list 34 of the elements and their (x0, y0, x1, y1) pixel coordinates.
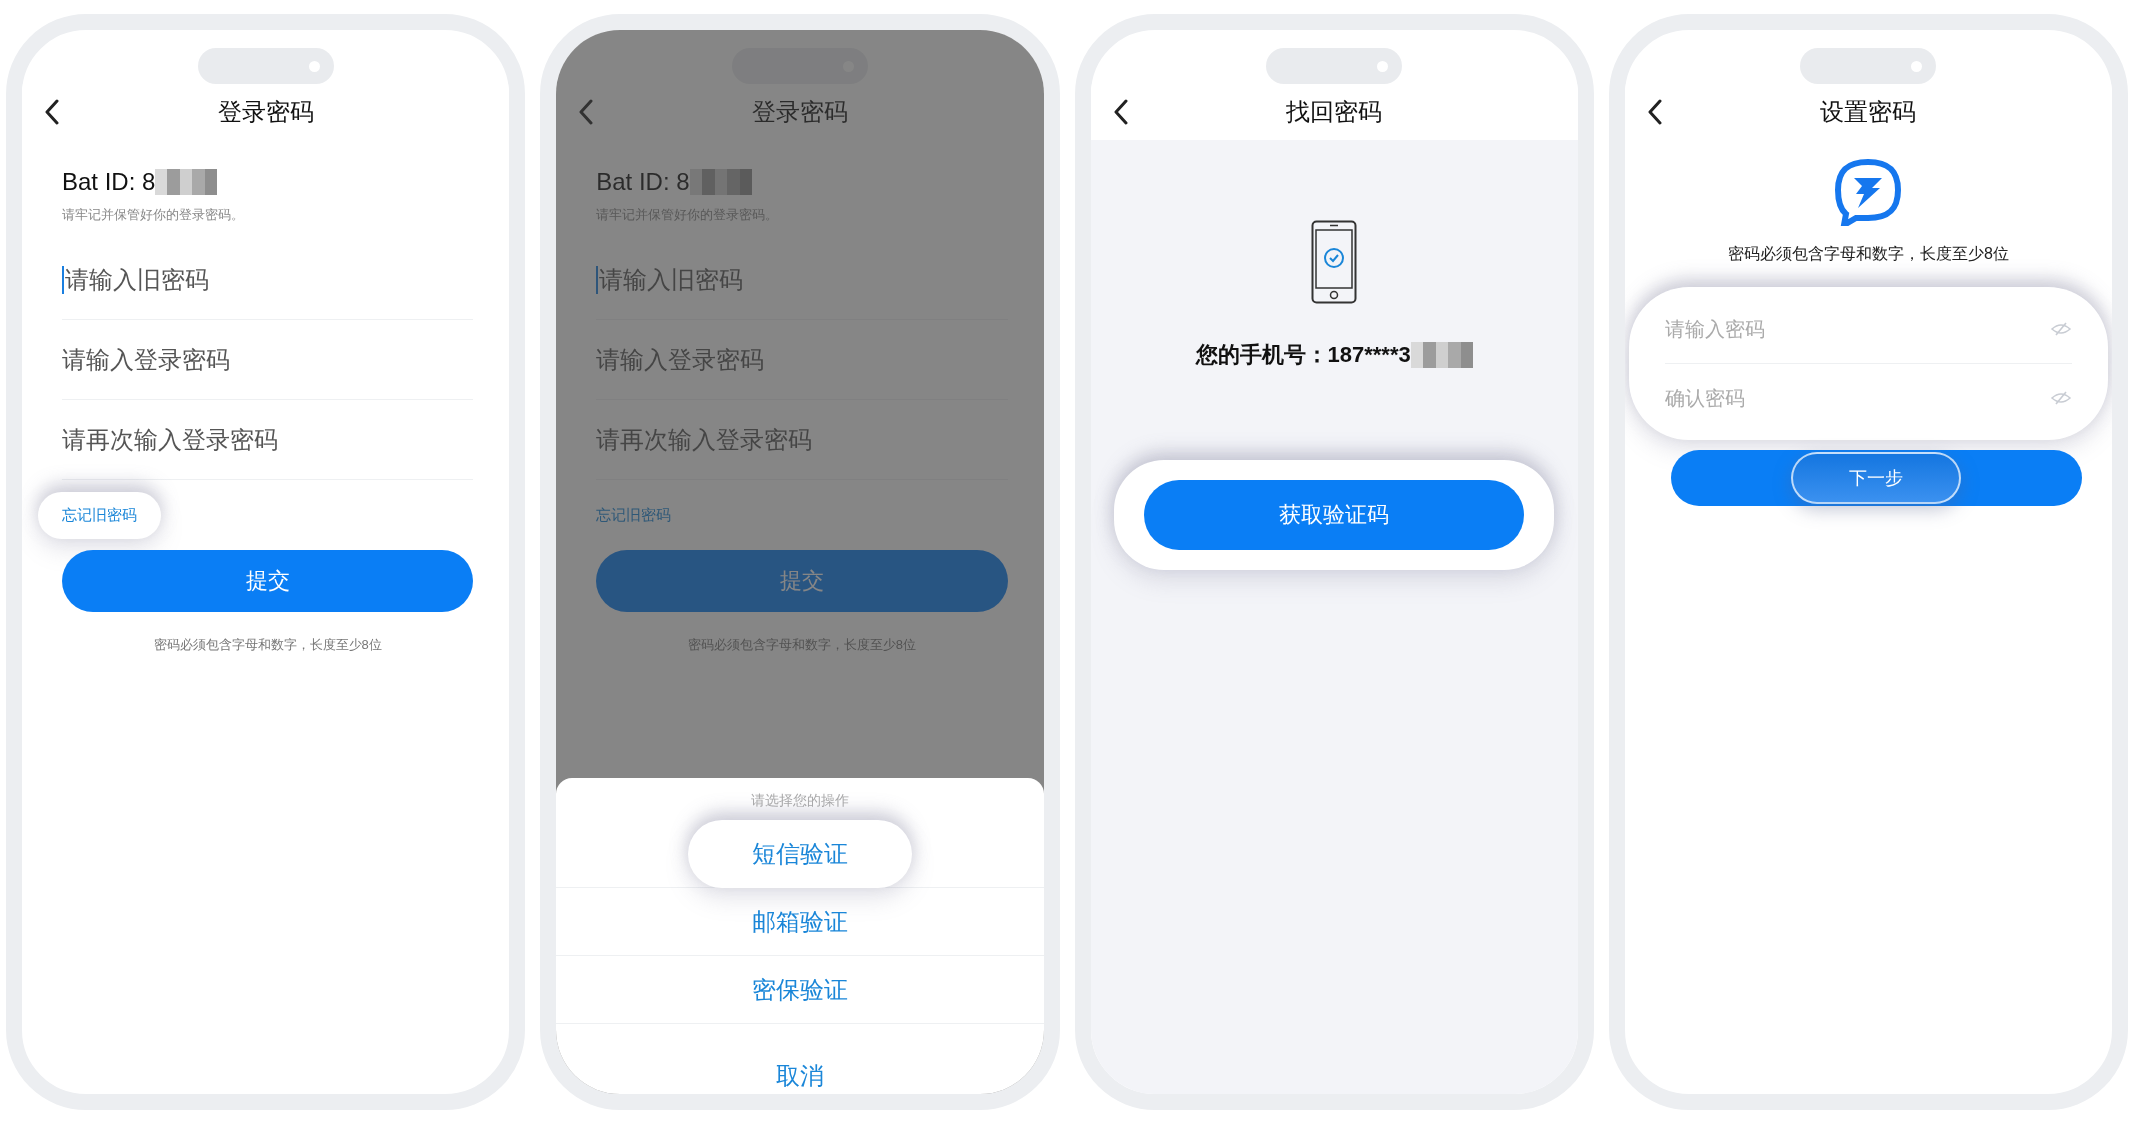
password-field[interactable]: 请再次输入登录密码 (596, 400, 1008, 480)
back-icon[interactable] (44, 99, 60, 125)
password-rule-text: 密码必须包含字母和数字，长度至少8位 (152, 636, 383, 654)
verification-option[interactable]: 邮箱验证 (687, 887, 912, 956)
account-id: Bat ID: 8 (596, 168, 690, 196)
back-icon[interactable] (1646, 99, 1663, 125)
phone-number-text: 您的手机号：187****3 (1195, 341, 1411, 369)
forgot-password-link[interactable]: 忘记旧密码 (38, 491, 161, 539)
back-icon[interactable] (1112, 99, 1129, 125)
password-field[interactable]: 请再次输入登录密码 (62, 400, 474, 480)
lightning-chat-logo-icon (1834, 158, 1903, 226)
screen-title: 登录密码 (750, 97, 849, 127)
cancel-button[interactable]: 取消 (775, 1060, 824, 1092)
password-rule-text: 密码必须包含字母和数字，长度至少8位 (1726, 244, 2010, 264)
screen-title: 登录密码 (216, 97, 315, 127)
submit-button[interactable]: 提交 (62, 550, 474, 612)
password-field[interactable]: 请输入旧密码 (596, 240, 1008, 320)
password-field[interactable]: 请输入密码 (1664, 315, 1765, 343)
get-code-button[interactable]: 获取验证码 (1144, 480, 1525, 550)
password-field[interactable]: 请输入旧密码 (62, 240, 474, 320)
verification-option[interactable]: 密保验证 (687, 955, 912, 1024)
forgot-password-link[interactable]: 忘记旧密码 (572, 491, 696, 539)
verification-option[interactable]: 短信验证 (687, 819, 912, 888)
next-button[interactable]: 下一步 (1791, 452, 1962, 504)
screen-title: 设置密码 (1819, 97, 1918, 127)
screen-title: 找回密码 (1285, 97, 1384, 127)
hint-text: 请牢记并保管好你的登录密码。 (62, 206, 245, 224)
password-field[interactable]: 确认密码 (1664, 384, 1745, 412)
sheet-title: 请选择您的操作 (750, 792, 849, 810)
account-id: Bat ID: 8 (62, 168, 156, 196)
smartphone-check-icon (1311, 220, 1358, 304)
submit-button[interactable]: 提交 (596, 550, 1008, 612)
password-field[interactable]: 请输入登录密码 (62, 320, 474, 400)
password-field[interactable]: 请输入登录密码 (596, 320, 1008, 400)
